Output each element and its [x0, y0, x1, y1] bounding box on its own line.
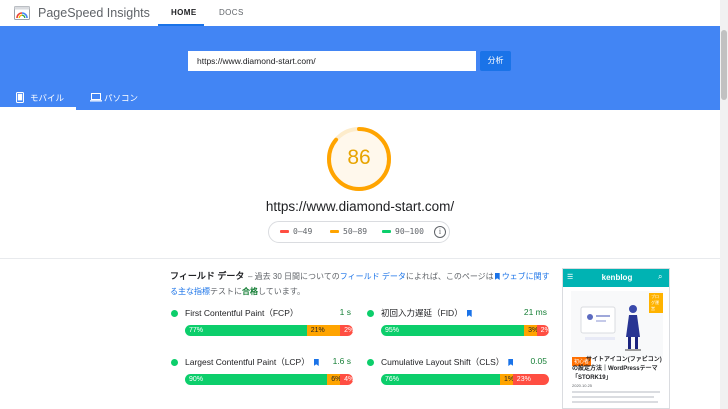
- metric-name: Cumulative Layout Shift（CLS）: [381, 356, 515, 368]
- dist-good: 95%: [381, 325, 525, 336]
- thumb-date: 2020.10.25: [572, 383, 593, 388]
- tested-url: https://www.diamond-start.com/: [265, 199, 455, 214]
- good-status-icon: [367, 359, 374, 366]
- dist-average: 6%: [327, 374, 341, 385]
- scrollbar-thumb[interactable]: [721, 30, 727, 100]
- dist-poor: 2%: [340, 325, 353, 336]
- thumb-tag: ブログ運営: [649, 293, 663, 313]
- thumb-text-line: [572, 391, 660, 393]
- thumb-text-line: [572, 396, 654, 398]
- tab-mobile-label: モバイル: [30, 93, 65, 103]
- thumb-article-title: サイトアイコン(ファビコン)の設定方法｜WordPressテーマ「STORK19…: [572, 357, 662, 381]
- metric-value: 1.6 s: [332, 356, 351, 366]
- metric-name: Largest Contentful Paint（LCP）: [185, 356, 321, 368]
- metric-distribution: 90% 6% 4%: [185, 374, 353, 385]
- nav-tab-docs[interactable]: DOCS: [219, 8, 244, 17]
- dist-good: 90%: [185, 374, 328, 385]
- dist-poor: 2%: [536, 325, 549, 336]
- good-status-icon: [367, 310, 374, 317]
- laptop-icon: [90, 93, 102, 102]
- page: PageSpeed Insights HOME DOCS 分析 モバイル パソコ…: [0, 0, 728, 409]
- metric-value: 21 ms: [523, 307, 547, 317]
- thumb-site-name: kenblog: [601, 273, 633, 282]
- page-screenshot-thumbnail[interactable]: ☰ kenblog ⌕ ブログ運営 初心者 サイトアイコン(ファビコン)の設定方…: [562, 268, 670, 409]
- metric-lcp: Largest Contentful Paint（LCP） 1.6 s 90% …: [171, 355, 353, 395]
- dist-average: 21%: [306, 325, 341, 336]
- brand-title[interactable]: PageSpeed Insights: [38, 6, 150, 20]
- metric-distribution: 95% 3% 2%: [381, 325, 549, 336]
- search-icon: ⌕: [658, 272, 663, 281]
- metric-cls: Cumulative Layout Shift（CLS） 0.05 76% 1%…: [367, 355, 549, 395]
- bookmark-icon: [466, 310, 472, 317]
- legend-item-average: 50–89: [330, 227, 367, 236]
- good-status-icon: [171, 359, 178, 366]
- metric-fcp: First Contentful Paint（FCP） 1 s 77% 21% …: [171, 306, 353, 346]
- bookmark-icon: [494, 273, 500, 280]
- search-header: 分析 モバイル パソコン: [0, 26, 720, 110]
- info-icon[interactable]: i: [434, 226, 446, 238]
- metric-value: 0.05: [530, 356, 547, 366]
- smartphone-icon: [16, 92, 24, 103]
- field-data-link[interactable]: フィールド データ: [340, 272, 406, 281]
- pagespeed-logo-icon[interactable]: [14, 6, 30, 20]
- metric-name: 初回入力遅延（FID）: [381, 307, 474, 319]
- thumb-hero-image: ブログ運営: [571, 291, 663, 357]
- metric-distribution: 77% 21% 2%: [185, 325, 353, 336]
- legend-item-poor: 0–49: [280, 227, 312, 236]
- dist-poor: 23%: [512, 374, 549, 385]
- assessment-result: 合格: [242, 287, 258, 296]
- metric-name: First Contentful Paint（FCP）: [185, 308, 299, 318]
- good-status-icon: [171, 310, 178, 317]
- bookmark-icon: [508, 359, 514, 366]
- device-tab-indicator: [0, 107, 76, 110]
- bookmark-icon: [313, 359, 319, 366]
- dist-good: 76%: [381, 374, 501, 385]
- thumb-text-line: [572, 401, 658, 403]
- dist-poor: 4%: [340, 374, 353, 385]
- thumb-header: ☰ kenblog ⌕: [563, 269, 669, 287]
- dist-good: 77%: [185, 325, 307, 336]
- nav-tab-home[interactable]: HOME: [171, 8, 197, 17]
- dist-average: 1%: [500, 374, 513, 385]
- dist-average: 3%: [524, 325, 537, 336]
- url-input[interactable]: [188, 51, 476, 71]
- legend-item-good: 90–100: [382, 227, 424, 236]
- field-data-description: – 過去 30 日間についてのフィールド データによれば、このページは ウェブに関…: [170, 272, 550, 296]
- performance-score-value: 86: [347, 146, 371, 169]
- metric-fid: 初回入力遅延（FID） 21 ms 95% 3% 2%: [367, 306, 549, 346]
- section-divider: [0, 258, 720, 259]
- tab-desktop[interactable]: パソコン: [88, 90, 168, 110]
- metric-value: 1 s: [339, 307, 351, 317]
- scrollbar[interactable]: [720, 0, 728, 409]
- analyze-button[interactable]: 分析: [480, 51, 511, 71]
- metric-distribution: 76% 1% 23%: [381, 374, 549, 385]
- tab-desktop-label: パソコン: [104, 93, 139, 103]
- score-legend: 0–49 50–89 90–100 i: [268, 221, 450, 243]
- top-nav: PageSpeed Insights HOME DOCS: [0, 0, 720, 26]
